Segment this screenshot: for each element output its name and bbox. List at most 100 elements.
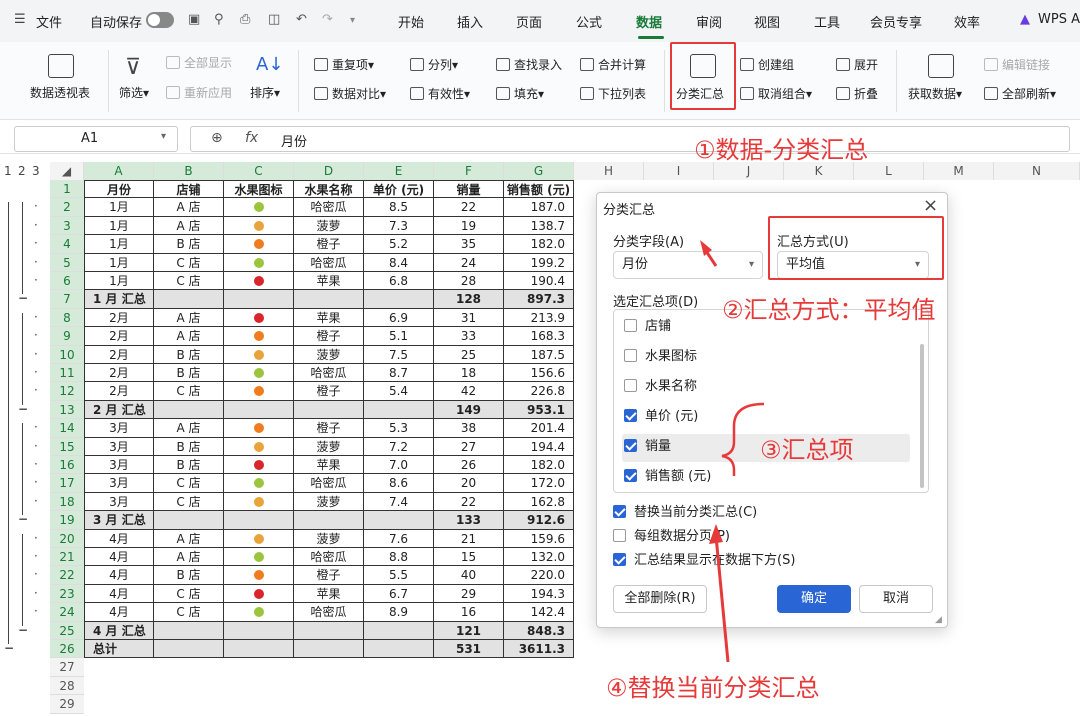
hamburger-icon[interactable]: ☰	[14, 12, 26, 27]
table-cell[interactable]: C 店	[154, 603, 224, 622]
cancel-button[interactable]: 取消	[859, 585, 933, 613]
table-cell[interactable]: 8.7	[364, 364, 434, 383]
table-cell[interactable]	[154, 290, 224, 309]
col-header-B[interactable]: B	[154, 162, 224, 180]
table-cell[interactable]: 橙子	[294, 235, 364, 254]
table-cell[interactable]: 橙子	[294, 566, 364, 585]
table-cell[interactable]: 182.0	[504, 235, 574, 254]
wps-ai-label[interactable]: WPS A	[1038, 12, 1080, 27]
collapse-group-button[interactable]: −	[18, 291, 28, 305]
collapse-group-button[interactable]: −	[4, 641, 14, 655]
row-header[interactable]: 22	[50, 566, 84, 585]
table-cell[interactable]: 5.2	[364, 235, 434, 254]
table-cell[interactable]: 194.4	[504, 437, 574, 456]
table-cell[interactable]	[154, 621, 224, 640]
save-icon[interactable]: ▣	[188, 12, 200, 27]
table-cell[interactable]: 172.0	[504, 474, 574, 493]
table-cell[interactable]	[224, 382, 294, 401]
table-cell[interactable]: 159.6	[504, 529, 574, 548]
table-cell[interactable]: 菠萝	[294, 345, 364, 364]
table-cell[interactable]: 15	[434, 548, 504, 567]
row-header[interactable]: 23	[50, 584, 84, 604]
table-cell[interactable]: 19	[434, 216, 504, 236]
row-header[interactable]: 9	[50, 327, 84, 346]
row-header[interactable]: 17	[50, 474, 84, 493]
table-cell[interactable]: 2月	[84, 327, 154, 346]
table-cell[interactable]: 2月	[84, 364, 154, 383]
tab-formula[interactable]: 公式	[576, 12, 602, 31]
table-cell[interactable]: 3月	[84, 474, 154, 493]
row-header[interactable]: 4	[50, 235, 84, 254]
table-cell[interactable]: 6.7	[364, 584, 434, 604]
table-cell[interactable]	[224, 621, 294, 640]
table-cell[interactable]: 531	[434, 640, 504, 659]
select-all-corner[interactable]: ◢	[50, 162, 84, 180]
table-cell[interactable]: 8.6	[364, 474, 434, 493]
table-cell[interactable]: 哈密瓜	[294, 253, 364, 272]
table-cell[interactable]	[224, 364, 294, 383]
lookup-button[interactable]: 查找录入	[496, 56, 562, 73]
table-cell[interactable]: 苹果	[294, 308, 364, 328]
table-cell[interactable]: 27	[434, 437, 504, 456]
edit-links-button[interactable]: 编辑链接	[984, 56, 1050, 73]
table-cell[interactable]	[224, 456, 294, 475]
table-cell[interactable]: 26	[434, 456, 504, 475]
table-cell[interactable]: 226.8	[504, 382, 574, 401]
collapse-group-button[interactable]: −	[18, 512, 28, 526]
sort-button[interactable]: 排序▾	[250, 84, 280, 101]
table-cell[interactable]: 16	[434, 603, 504, 622]
table-cell[interactable]: 31	[434, 308, 504, 328]
col-header-F[interactable]: F	[434, 162, 504, 180]
table-cell[interactable]: C 店	[154, 272, 224, 291]
table-cell[interactable]: 8.8	[364, 548, 434, 567]
table-cell[interactable]: 142.4	[504, 603, 574, 622]
table-cell[interactable]: 190.4	[504, 272, 574, 291]
table-cell[interactable]: 848.3	[504, 621, 574, 640]
table-cell[interactable]: 28	[434, 272, 504, 291]
table-cell[interactable]: C 店	[154, 492, 224, 512]
tab-insert[interactable]: 插入	[457, 12, 483, 31]
table-cell[interactable]: 8.9	[364, 603, 434, 622]
table-cell[interactable]: 7.0	[364, 456, 434, 475]
table-cell[interactable]: 22	[434, 492, 504, 512]
table-cell[interactable]: C 店	[154, 584, 224, 604]
resize-handle[interactable]: ◢	[935, 615, 942, 625]
table-cell[interactable]: B 店	[154, 437, 224, 456]
table-cell[interactable]	[154, 511, 224, 530]
show-all-button[interactable]: 全部显示	[166, 54, 232, 71]
table-cell[interactable]	[294, 621, 364, 640]
table-cell[interactable]: 4月	[84, 548, 154, 567]
header-cell[interactable]: 店铺	[154, 180, 224, 199]
table-cell[interactable]: 199.2	[504, 253, 574, 272]
table-cell[interactable]: 194.3	[504, 584, 574, 604]
row-header[interactable]: 24	[50, 603, 84, 622]
table-cell[interactable]: C 店	[154, 474, 224, 493]
row-header[interactable]: 16	[50, 456, 84, 475]
preview-icon[interactable]: ◫	[268, 12, 280, 27]
table-cell[interactable]: 橙子	[294, 382, 364, 401]
row-header[interactable]: 14	[50, 419, 84, 438]
header-cell[interactable]: 水果图标	[224, 180, 294, 199]
table-cell[interactable]: 20	[434, 474, 504, 493]
table-cell[interactable]: 1月	[84, 272, 154, 291]
table-cell[interactable]: 1月	[84, 216, 154, 236]
collapse-group-button[interactable]: −	[18, 402, 28, 416]
pin-icon[interactable]: ⚲	[214, 12, 224, 27]
table-cell[interactable]: 5.3	[364, 419, 434, 438]
table-cell[interactable]: 42	[434, 382, 504, 401]
table-cell[interactable]: 1月	[84, 198, 154, 217]
compare-button[interactable]: 数据对比▾	[314, 85, 386, 102]
table-cell[interactable]: 4 月 汇总	[84, 621, 154, 640]
table-cell[interactable]: A 店	[154, 327, 224, 346]
header-cell[interactable]: 单价 (元)	[364, 180, 434, 199]
row-header[interactable]: 26	[50, 640, 84, 659]
table-cell[interactable]: 3月	[84, 492, 154, 512]
row-header[interactable]: 6	[50, 272, 84, 291]
table-cell[interactable]: 4月	[84, 584, 154, 604]
redo-icon[interactable]: ↷	[322, 12, 333, 27]
table-cell[interactable]: A 店	[154, 216, 224, 236]
create-group-button[interactable]: 创建组	[740, 56, 794, 73]
table-cell[interactable]: 5.1	[364, 327, 434, 346]
tab-page[interactable]: 页面	[516, 12, 542, 31]
table-cell[interactable]: 213.9	[504, 308, 574, 328]
